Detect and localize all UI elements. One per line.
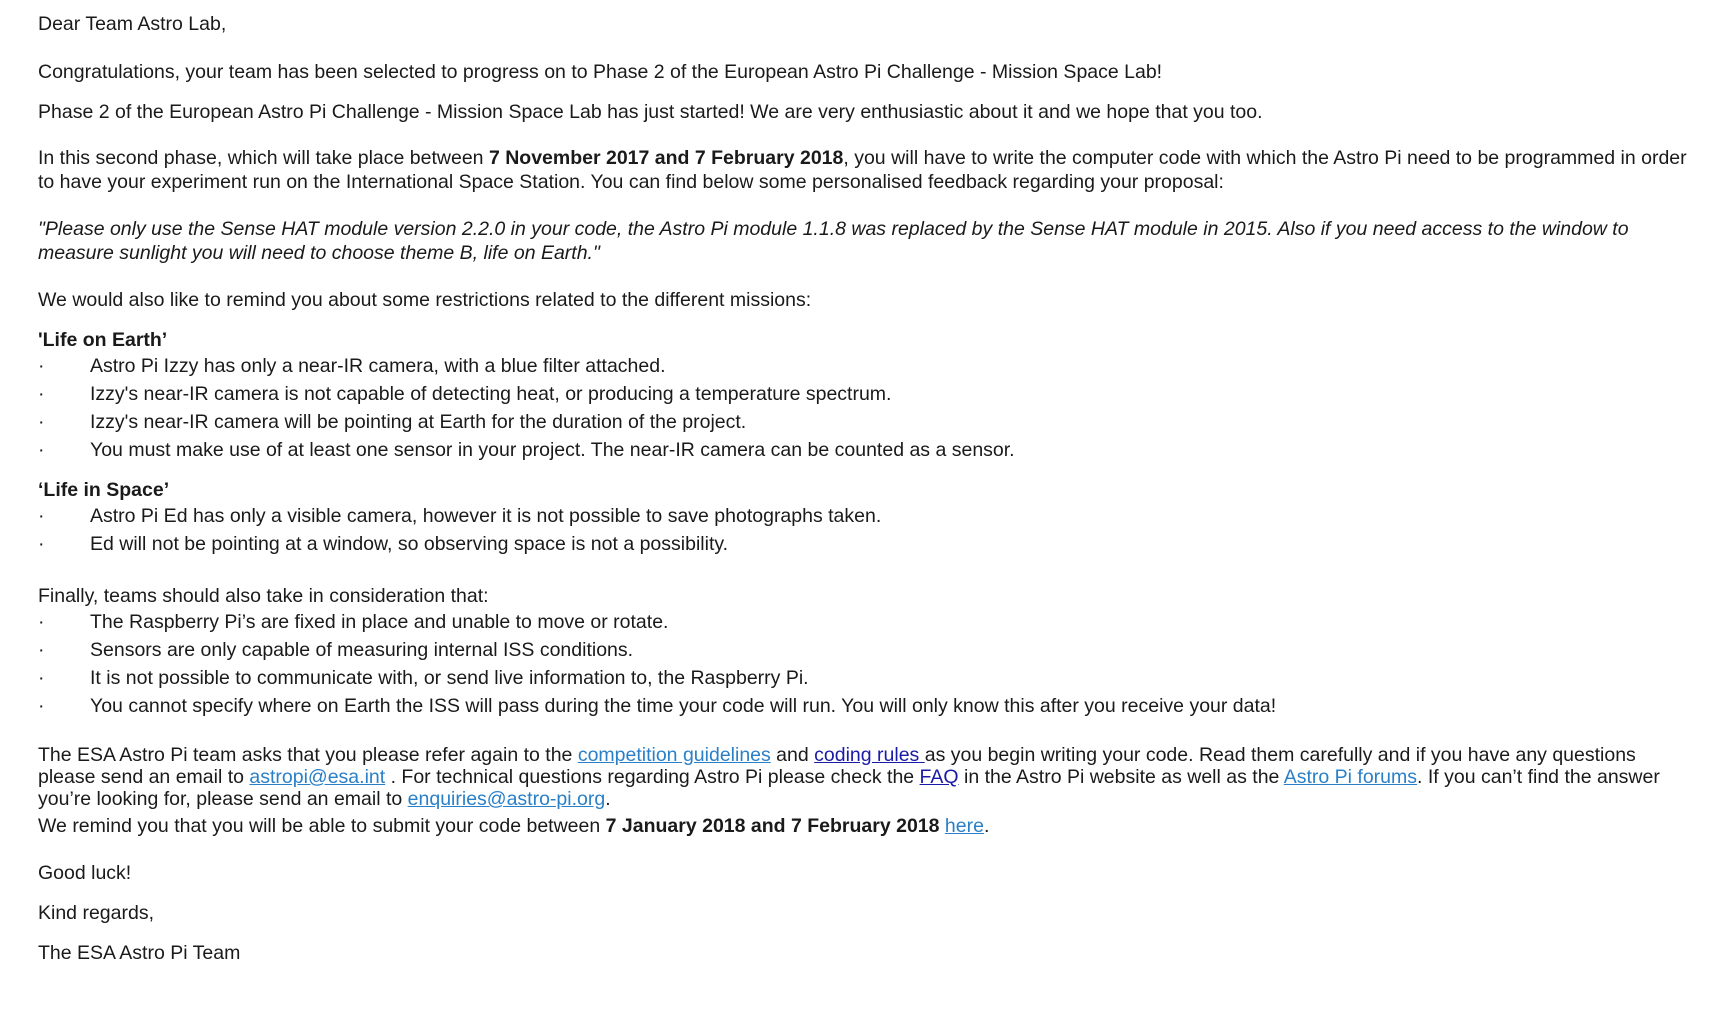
bullet-icon: ·: [38, 611, 45, 633]
finally-list: · The Raspberry Pi’s are fixed in place a…: [38, 608, 1693, 720]
guidelines-text-2: and: [770, 744, 815, 766]
congratulations-paragraph: Congratulations, your team has been sele…: [38, 61, 1163, 83]
signature: The ESA Astro Pi Team: [38, 942, 241, 964]
list-item-text: You must make use of at least one sensor…: [90, 439, 1015, 461]
second-phase-paragraph: In this second phase, which will take pl…: [38, 146, 1693, 194]
life-on-earth-list: · Astro Pi Izzy has only a near-IR camera…: [38, 352, 1693, 464]
email-body: Dear Team Astro Lab, Congratulations, yo…: [38, 12, 1693, 965]
bullet-icon: ·: [38, 667, 45, 689]
list-item: · The Raspberry Pi’s are fixed in place a…: [38, 608, 1693, 636]
submit-paragraph: We remind you that you will be able to s…: [38, 814, 1693, 838]
life-in-space-list: · Astro Pi Ed has only a visible camera, …: [38, 502, 1693, 558]
bullet-icon: ·: [38, 439, 45, 461]
list-item: · Izzy's near-IR camera is not capable of…: [38, 380, 1693, 408]
guidelines-text-5: in the Astro Pi website as well as the: [958, 766, 1284, 788]
submit-here-link[interactable]: here: [945, 815, 984, 837]
bullet-icon: ·: [38, 355, 45, 377]
submit-dates: 7 January 2018 and 7 February 2018: [605, 815, 940, 837]
bullet-icon: ·: [38, 533, 45, 555]
list-item: · Izzy's near-IR camera will be pointing …: [38, 408, 1693, 436]
list-item-text: You cannot specify where on Earth the IS…: [90, 695, 1277, 717]
list-item-text: Astro Pi Izzy has only a near-IR camera,…: [90, 355, 666, 377]
list-item-text: Izzy's near-IR camera will be pointing a…: [90, 411, 747, 433]
competition-guidelines-link[interactable]: competition guidelines: [578, 744, 771, 766]
guidelines-text-4: . For technical questions regarding Astr…: [385, 766, 920, 788]
submit-text-pre: We remind you that you will be able to s…: [38, 815, 606, 837]
bullet-icon: ·: [38, 383, 45, 405]
list-item: · Astro Pi Izzy has only a near-IR camera…: [38, 352, 1693, 380]
list-item: · Astro Pi Ed has only a visible camera, …: [38, 502, 1693, 530]
faq-link[interactable]: FAQ: [920, 766, 959, 788]
greeting: Dear Team Astro Lab,: [38, 13, 227, 35]
feedback-quote: "Please only use the Sense HAT module ve…: [38, 218, 1629, 264]
list-item: · You must make use of at least one senso…: [38, 436, 1693, 464]
list-item: · Sensors are only capable of measuring i…: [38, 636, 1693, 664]
bullet-icon: ·: [38, 639, 45, 661]
list-item-text: Sensors are only capable of measuring in…: [90, 639, 634, 661]
bullet-icon: ·: [38, 695, 45, 717]
list-item-text: Ed will not be pointing at a window, so …: [90, 533, 729, 555]
list-item: · You cannot specify where on Earth the I…: [38, 692, 1693, 720]
enquiries-email-link[interactable]: enquiries@astro-pi.org: [408, 788, 606, 810]
esa-email-link[interactable]: astropi@esa.int: [249, 766, 385, 788]
guidelines-text-1: The ESA Astro Pi team asks that you plea…: [38, 744, 578, 766]
astro-pi-forums-link[interactable]: Astro Pi forums: [1284, 766, 1417, 788]
submit-text-post: .: [983, 815, 990, 837]
bullet-icon: ·: [38, 411, 45, 433]
good-luck: Good luck!: [38, 862, 132, 884]
finally-intro: Finally, teams should also take in consi…: [38, 585, 489, 607]
second-phase-dates: 7 November 2017 and 7 February 2018: [488, 147, 844, 169]
guidelines-paragraph: The ESA Astro Pi team asks that you plea…: [38, 744, 1693, 810]
kind-regards: Kind regards,: [38, 902, 154, 924]
second-phase-text-pre: In this second phase, which will take pl…: [38, 147, 489, 169]
list-item-text: It is not possible to communicate with, …: [90, 667, 809, 689]
restrictions-intro: We would also like to remind you about s…: [38, 289, 812, 311]
list-item-text: Astro Pi Ed has only a visible camera, h…: [90, 505, 882, 527]
list-item-text: The Raspberry Pi’s are fixed in place an…: [90, 611, 669, 633]
list-item: · It is not possible to communicate with,…: [38, 664, 1693, 692]
bullet-icon: ·: [38, 505, 45, 527]
list-item: · Ed will not be pointing at a window, so…: [38, 530, 1693, 558]
life-on-earth-heading: 'Life on Earth’: [38, 329, 168, 351]
list-item-text: Izzy's near-IR camera is not capable of …: [90, 383, 892, 405]
life-in-space-heading: ‘Life in Space’: [38, 479, 170, 501]
guidelines-text-7: .: [605, 788, 611, 810]
phase-started-paragraph: Phase 2 of the European Astro Pi Challen…: [38, 101, 1263, 123]
coding-rules-link[interactable]: coding rules: [814, 744, 925, 766]
